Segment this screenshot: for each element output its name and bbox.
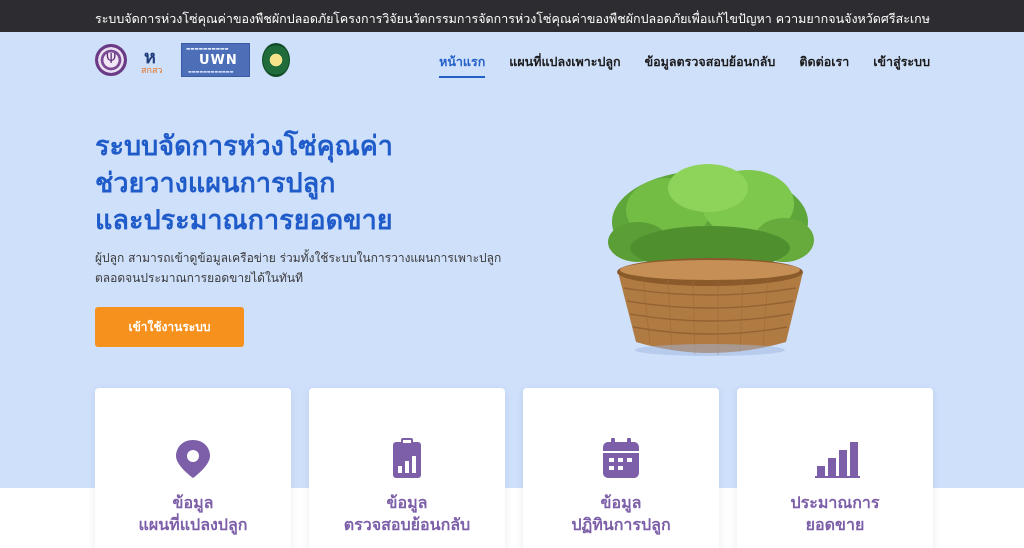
bar-chart-icon bbox=[815, 442, 860, 478]
card-label-line: ประมาณการ bbox=[790, 493, 880, 512]
card-label-line: ยอดขาย bbox=[805, 515, 865, 534]
main-nav: หน้าแรก แผนที่แปลงเพาะปลูก ข้อมูลตรวจสอบ… bbox=[439, 52, 930, 78]
card-label: ประมาณการ ยอดขาย bbox=[737, 492, 933, 536]
nav-login[interactable]: เข้าสู่ระบบ bbox=[873, 52, 930, 78]
partner-logos: Ψ ห สกสว ▬▬▬▬▬▬▬▬▬▬ UWN ▬▬▬▬▬▬▬▬▬▬▬▬ bbox=[95, 42, 290, 78]
uwn-logo-caption-top: ▬▬▬▬▬▬▬▬▬▬ bbox=[186, 47, 229, 52]
lettuce-basket-illustration bbox=[608, 164, 814, 356]
hero-title-line: และประมาณการยอดขาย bbox=[95, 205, 393, 236]
hero-description-line: ตลอดจนประมาณการยอดขายได้ในทันที bbox=[95, 271, 304, 285]
trident-icon: Ψ bbox=[106, 52, 117, 67]
uwn-logo[interactable]: ▬▬▬▬▬▬▬▬▬▬ UWN ▬▬▬▬▬▬▬▬▬▬▬▬ bbox=[181, 43, 250, 77]
hero-description-line: ผู้ปลูก สามารถเข้าดูข้อมูลเครือข่าย ร่วม… bbox=[95, 251, 502, 265]
card-traceability[interactable]: ข้อมูล ตรวจสอบย้อนกลับ bbox=[309, 388, 505, 548]
clipboard-chart-icon bbox=[393, 438, 421, 478]
card-label: ข้อมูล ตรวจสอบย้อนกลับ bbox=[309, 492, 505, 536]
hero-description: ผู้ปลูก สามารถเข้าดูข้อมูลเครือข่าย ร่วม… bbox=[95, 248, 501, 288]
nav-home[interactable]: หน้าแรก bbox=[439, 52, 486, 78]
province-seal-logo[interactable] bbox=[262, 43, 290, 77]
hero-title-line: ระบบจัดการห่วงโซ่คุณค่า bbox=[95, 131, 393, 162]
card-label: ข้อมูล ปฏิทินการปลูก bbox=[523, 492, 719, 536]
map-pin-icon bbox=[176, 440, 210, 478]
card-sales-forecast[interactable]: ประมาณการ ยอดขาย bbox=[737, 388, 933, 548]
top-bar: ระบบจัดการห่วงโซ่คุณค่าของพืชผักปลอดภัย … bbox=[0, 0, 1024, 32]
tsri-logo-text: สกสว bbox=[141, 66, 163, 76]
uwn-logo-caption-bottom: ▬▬▬▬▬▬▬▬▬▬▬▬ bbox=[188, 69, 234, 74]
top-bar-project-name: โครงการวิจัยนวัตกรรมการจัดการห่วงโซ่คุณค… bbox=[333, 11, 930, 26]
feature-cards: ข้อมูล แผนที่แปลงปลูก ข้อมูล ตรวจสอบย้อน… bbox=[95, 388, 933, 548]
card-label-line: ตรวจสอบย้อนกลับ bbox=[343, 515, 471, 534]
hero-title: ระบบจัดการห่วงโซ่คุณค่า ช่วยวางแผนการปลู… bbox=[95, 128, 393, 239]
card-label-line: ข้อมูล bbox=[386, 493, 428, 512]
uwn-logo-text: UWN bbox=[199, 53, 238, 68]
nav-traceability[interactable]: ข้อมูลตรวจสอบย้อนกลับ bbox=[645, 52, 776, 78]
university-logo[interactable]: Ψ bbox=[95, 44, 127, 76]
card-label: ข้อมูล แผนที่แปลงปลูก bbox=[95, 492, 291, 536]
calendar-icon bbox=[603, 438, 639, 478]
card-label-line: แผนที่แปลงปลูก bbox=[138, 515, 248, 534]
tsri-logo[interactable]: ห สกสว bbox=[139, 42, 169, 78]
card-label-line: ข้อมูล bbox=[600, 493, 642, 512]
top-bar-system-name: ระบบจัดการห่วงโซ่คุณค่าของพืชผักปลอดภัย bbox=[95, 11, 334, 26]
nav-farm-map[interactable]: แผนที่แปลงเพาะปลูก bbox=[509, 52, 620, 78]
card-farm-map[interactable]: ข้อมูล แผนที่แปลงปลูก bbox=[95, 388, 291, 548]
card-label-line: ข้อมูล bbox=[172, 493, 214, 512]
hero-title-line: ช่วยวางแผนการปลูก bbox=[95, 168, 336, 199]
enter-system-button[interactable]: เข้าใช้งานระบบ bbox=[95, 307, 244, 347]
card-label-line: ปฏิทินการปลูก bbox=[571, 515, 671, 534]
card-planting-calendar[interactable]: ข้อมูล ปฏิทินการปลูก bbox=[523, 388, 719, 548]
nav-contact[interactable]: ติดต่อเรา bbox=[799, 52, 849, 78]
